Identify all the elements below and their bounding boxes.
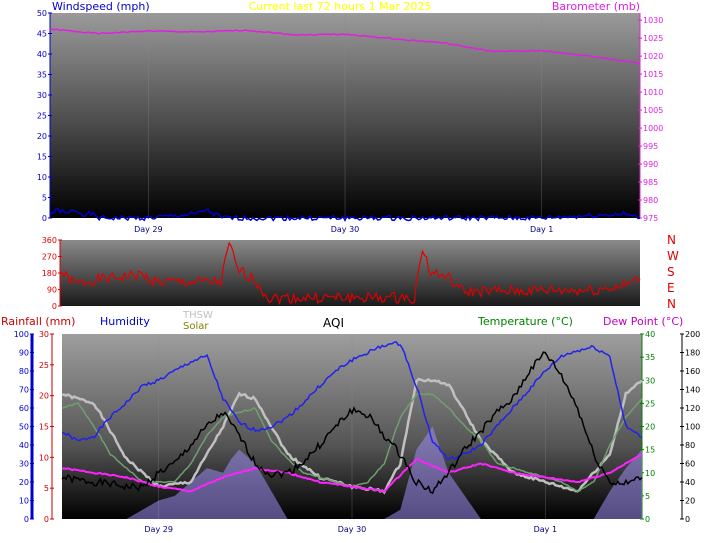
aqi-tick-label: 80 [685, 441, 695, 450]
barometer-tick-label: 975 [643, 214, 658, 223]
barometer-tick-label: 990 [643, 160, 658, 169]
humidity-tick-label: 70 [19, 386, 29, 395]
temperature-tick-label: 0 [645, 515, 650, 524]
wind-direction-tick-label: 180 [42, 269, 57, 278]
aqi-tick-label: 0 [685, 515, 690, 524]
day-label: Day 29 [144, 525, 173, 534]
humidity-tick-label: 60 [19, 404, 29, 413]
temperature-tick-label: 20 [645, 423, 655, 432]
windspeed-tick-label: 35 [37, 71, 47, 80]
windspeed-tick-label: 45 [37, 30, 47, 39]
temperature-axis-label: Temperature (°C) [477, 315, 573, 328]
humidity-tick-label: 30 [19, 460, 29, 469]
day-label: Day 1 [534, 525, 557, 534]
humidity-tick-label: 50 [19, 423, 29, 432]
dew-point-axis-label: Dew Point (°C) [603, 315, 683, 328]
windspeed-tick-label: 40 [37, 50, 47, 59]
aqi-tick-label: 60 [685, 460, 695, 469]
solar-label: Solar [183, 321, 209, 332]
humidity-tick-label: 100 [14, 330, 29, 339]
barometer-tick-label: 980 [643, 196, 658, 205]
day-label: Day 1 [530, 225, 553, 234]
barometer-tick-label: 1020 [643, 52, 663, 61]
windspeed-tick-label: 25 [37, 112, 47, 121]
humidity-tick-label: 80 [19, 367, 29, 376]
barometer-tick-label: 1015 [643, 70, 663, 79]
compass-label: N [667, 297, 676, 311]
wind-direction-tick-label: 0 [52, 302, 57, 311]
windspeed-tick-label: 15 [37, 153, 47, 162]
compass-labels: NWSEN [667, 233, 679, 311]
temperature-tick-label: 5 [645, 492, 650, 501]
barometer-tick-label: 1005 [643, 106, 663, 115]
aqi-tick-label: 100 [685, 423, 700, 432]
aqi-tick-label: 40 [685, 478, 695, 487]
day-label: Day 30 [338, 525, 367, 534]
compass-label: N [667, 233, 676, 247]
weather-chart: Windspeed (mph) Current last 72 hours 1 … [1, 0, 700, 534]
temperature-tick-label: 30 [645, 376, 655, 385]
aqi-tick-label: 140 [685, 386, 700, 395]
temperature-tick-label: 25 [645, 399, 655, 408]
day-label: Day 29 [134, 225, 163, 234]
thsw-label: THSW [182, 310, 213, 321]
rainfall-tick-label: 5 [44, 484, 49, 493]
aqi-tick-label: 180 [685, 349, 700, 358]
aqi-tick-label: 160 [685, 367, 700, 376]
barometer-tick-label: 985 [643, 178, 658, 187]
day-label: Day 30 [331, 225, 360, 234]
rainfall-tick-label: 25 [39, 361, 49, 370]
windspeed-tick-label: 0 [42, 214, 47, 223]
rainfall-tick-label: 15 [39, 423, 49, 432]
barometer-tick-label: 1030 [643, 16, 663, 25]
rainfall-tick-label: 20 [39, 392, 49, 401]
mid-panel-bg [60, 240, 640, 306]
barometer-tick-label: 1010 [643, 88, 663, 97]
rainfall-tick-label: 30 [39, 330, 49, 339]
windspeed-tick-label: 5 [42, 194, 47, 203]
compass-label: W [667, 249, 679, 263]
windspeed-axis-label: Windspeed (mph) [52, 0, 150, 13]
barometer-axis-label: Barometer (mb) [552, 0, 640, 13]
wind-direction-tick-label: 270 [42, 253, 57, 262]
aqi-tick-label: 20 [685, 497, 695, 506]
wind-direction-tick-label: 90 [47, 286, 57, 295]
windspeed-tick-label: 20 [37, 132, 47, 141]
aqi-label: AQI [323, 316, 344, 330]
aqi-tick-label: 200 [685, 330, 700, 339]
barometer-tick-label: 1025 [643, 34, 663, 43]
humidity-tick-label: 40 [19, 441, 29, 450]
rainfall-tick-label: 0 [44, 515, 49, 524]
aqi-tick-label: 120 [685, 404, 700, 413]
barometer-tick-label: 995 [643, 142, 658, 151]
compass-label: E [667, 281, 675, 295]
barometer-tick-label: 1000 [643, 124, 663, 133]
wind-direction-tick-label: 360 [42, 236, 57, 245]
temperature-tick-label: 40 [645, 330, 655, 339]
windspeed-tick-label: 10 [37, 173, 47, 182]
temperature-tick-label: 15 [645, 446, 655, 455]
windspeed-tick-label: 30 [37, 91, 47, 100]
humidity-tick-label: 20 [19, 478, 29, 487]
humidity-tick-label: 0 [24, 515, 29, 524]
rainfall-axis-label: Rainfall (mm) [1, 315, 75, 328]
rainfall-tick-label: 10 [39, 453, 49, 462]
temperature-tick-label: 35 [645, 353, 655, 362]
chart-title: Current last 72 hours 1 Mar 2025 [249, 0, 432, 13]
humidity-tick-label: 90 [19, 349, 29, 358]
humidity-tick-label: 10 [19, 497, 29, 506]
humidity-axis-label: Humidity [100, 315, 150, 328]
windspeed-tick-label: 50 [37, 9, 47, 18]
temperature-tick-label: 10 [645, 469, 655, 478]
compass-label: S [667, 265, 675, 279]
